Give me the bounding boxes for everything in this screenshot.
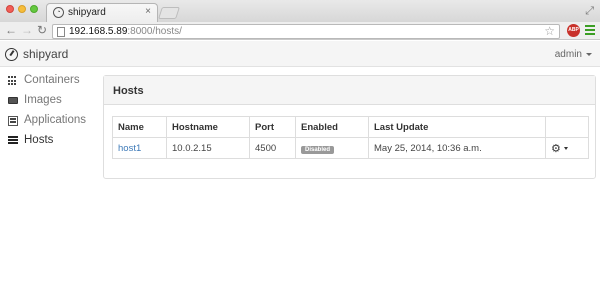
- panel-title: Hosts: [113, 85, 144, 97]
- cell-port: 4500: [249, 137, 296, 159]
- fullscreen-icon[interactable]: ⤢: [585, 5, 594, 18]
- url-text[interactable]: 192.168.5.89:8000/hosts/: [69, 26, 182, 37]
- sidebar-item-applications[interactable]: Applications: [0, 112, 98, 130]
- address-bar[interactable]: 192.168.5.89:8000/hosts/ ☆: [52, 24, 560, 39]
- table-row: host1 10.0.2.15 4500 Disabled May 25, 20…: [112, 137, 589, 159]
- sidebar-item-images[interactable]: Images: [0, 92, 98, 110]
- adblock-icon[interactable]: ABP: [567, 24, 580, 37]
- column-header-actions: [545, 116, 589, 138]
- brand-link[interactable]: shipyard: [23, 47, 68, 61]
- user-name: admin: [554, 49, 582, 60]
- url-path: :8000/hosts/: [127, 26, 182, 37]
- status-badge: Disabled: [301, 145, 335, 154]
- tab-close-icon[interactable]: ×: [145, 6, 151, 17]
- table-header-row: Name Hostname Port Enabled Last Update: [112, 116, 589, 138]
- browser-toolbar: ← → ↻ 192.168.5.89:8000/hosts/ ☆ ABP: [0, 22, 600, 40]
- browser-tab[interactable]: ◔ shipyard ×: [46, 3, 158, 22]
- tasks-icon: [8, 136, 18, 146]
- column-header-hostname: Hostname: [166, 116, 250, 138]
- tab-title: shipyard: [68, 7, 106, 18]
- host-link[interactable]: host1: [118, 143, 141, 154]
- gear-icon: ⚙: [551, 142, 561, 155]
- chevron-down-icon: [586, 52, 592, 56]
- panel-heading: Hosts: [104, 76, 595, 105]
- column-header-name: Name: [112, 116, 167, 138]
- chevron-down-icon: [563, 147, 568, 151]
- window-close-button[interactable]: [6, 5, 14, 13]
- cell-enabled: Disabled: [295, 137, 369, 159]
- column-header-port: Port: [249, 116, 296, 138]
- url-host: 192.168.5.89: [69, 26, 128, 37]
- grid-icon: [8, 76, 18, 86]
- cell-last-update: May 25, 2014, 10:36 a.m.: [368, 137, 546, 159]
- sidebar-item-label: Hosts: [24, 134, 54, 146]
- hosts-panel: Hosts Name Hostname Port Enabled Last Up…: [103, 75, 596, 179]
- cell-name: host1: [112, 137, 167, 159]
- user-menu-dropdown[interactable]: admin: [555, 49, 592, 60]
- hosts-table: Name Hostname Port Enabled Last Update h…: [112, 116, 589, 159]
- bookmark-star-icon[interactable]: ☆: [544, 24, 555, 38]
- browser-menu-icon[interactable]: [585, 25, 595, 35]
- back-arrow-icon[interactable]: ←: [5, 23, 17, 37]
- sidebar-item-label: Applications: [24, 114, 87, 126]
- shipyard-logo-icon: [5, 48, 18, 61]
- forward-arrow-icon[interactable]: →: [21, 23, 33, 37]
- reload-icon[interactable]: ↻: [37, 23, 47, 37]
- cell-hostname: 10.0.2.15: [166, 137, 250, 159]
- window-maximize-button[interactable]: [30, 5, 38, 13]
- sidebar-item-containers[interactable]: Containers: [0, 72, 98, 90]
- actions-dropdown[interactable]: ⚙: [551, 143, 568, 155]
- sidebar-item-label: Containers: [24, 74, 80, 86]
- list-icon: [8, 116, 18, 126]
- sidebar-item-label: Images: [24, 94, 62, 106]
- cell-actions: ⚙: [545, 137, 589, 159]
- sidebar-item-hosts[interactable]: Hosts: [0, 132, 98, 150]
- page-icon: [57, 27, 65, 37]
- hdd-icon: [8, 97, 18, 104]
- shipyard-favicon-icon: ◔: [53, 7, 64, 18]
- column-header-enabled: Enabled: [295, 116, 369, 138]
- new-tab-button[interactable]: [158, 7, 180, 19]
- browser-titlebar: ◔ shipyard × ⤢: [0, 0, 600, 22]
- column-header-last-update: Last Update: [368, 116, 546, 138]
- app-navbar: shipyard admin: [0, 41, 600, 67]
- window-minimize-button[interactable]: [18, 5, 26, 13]
